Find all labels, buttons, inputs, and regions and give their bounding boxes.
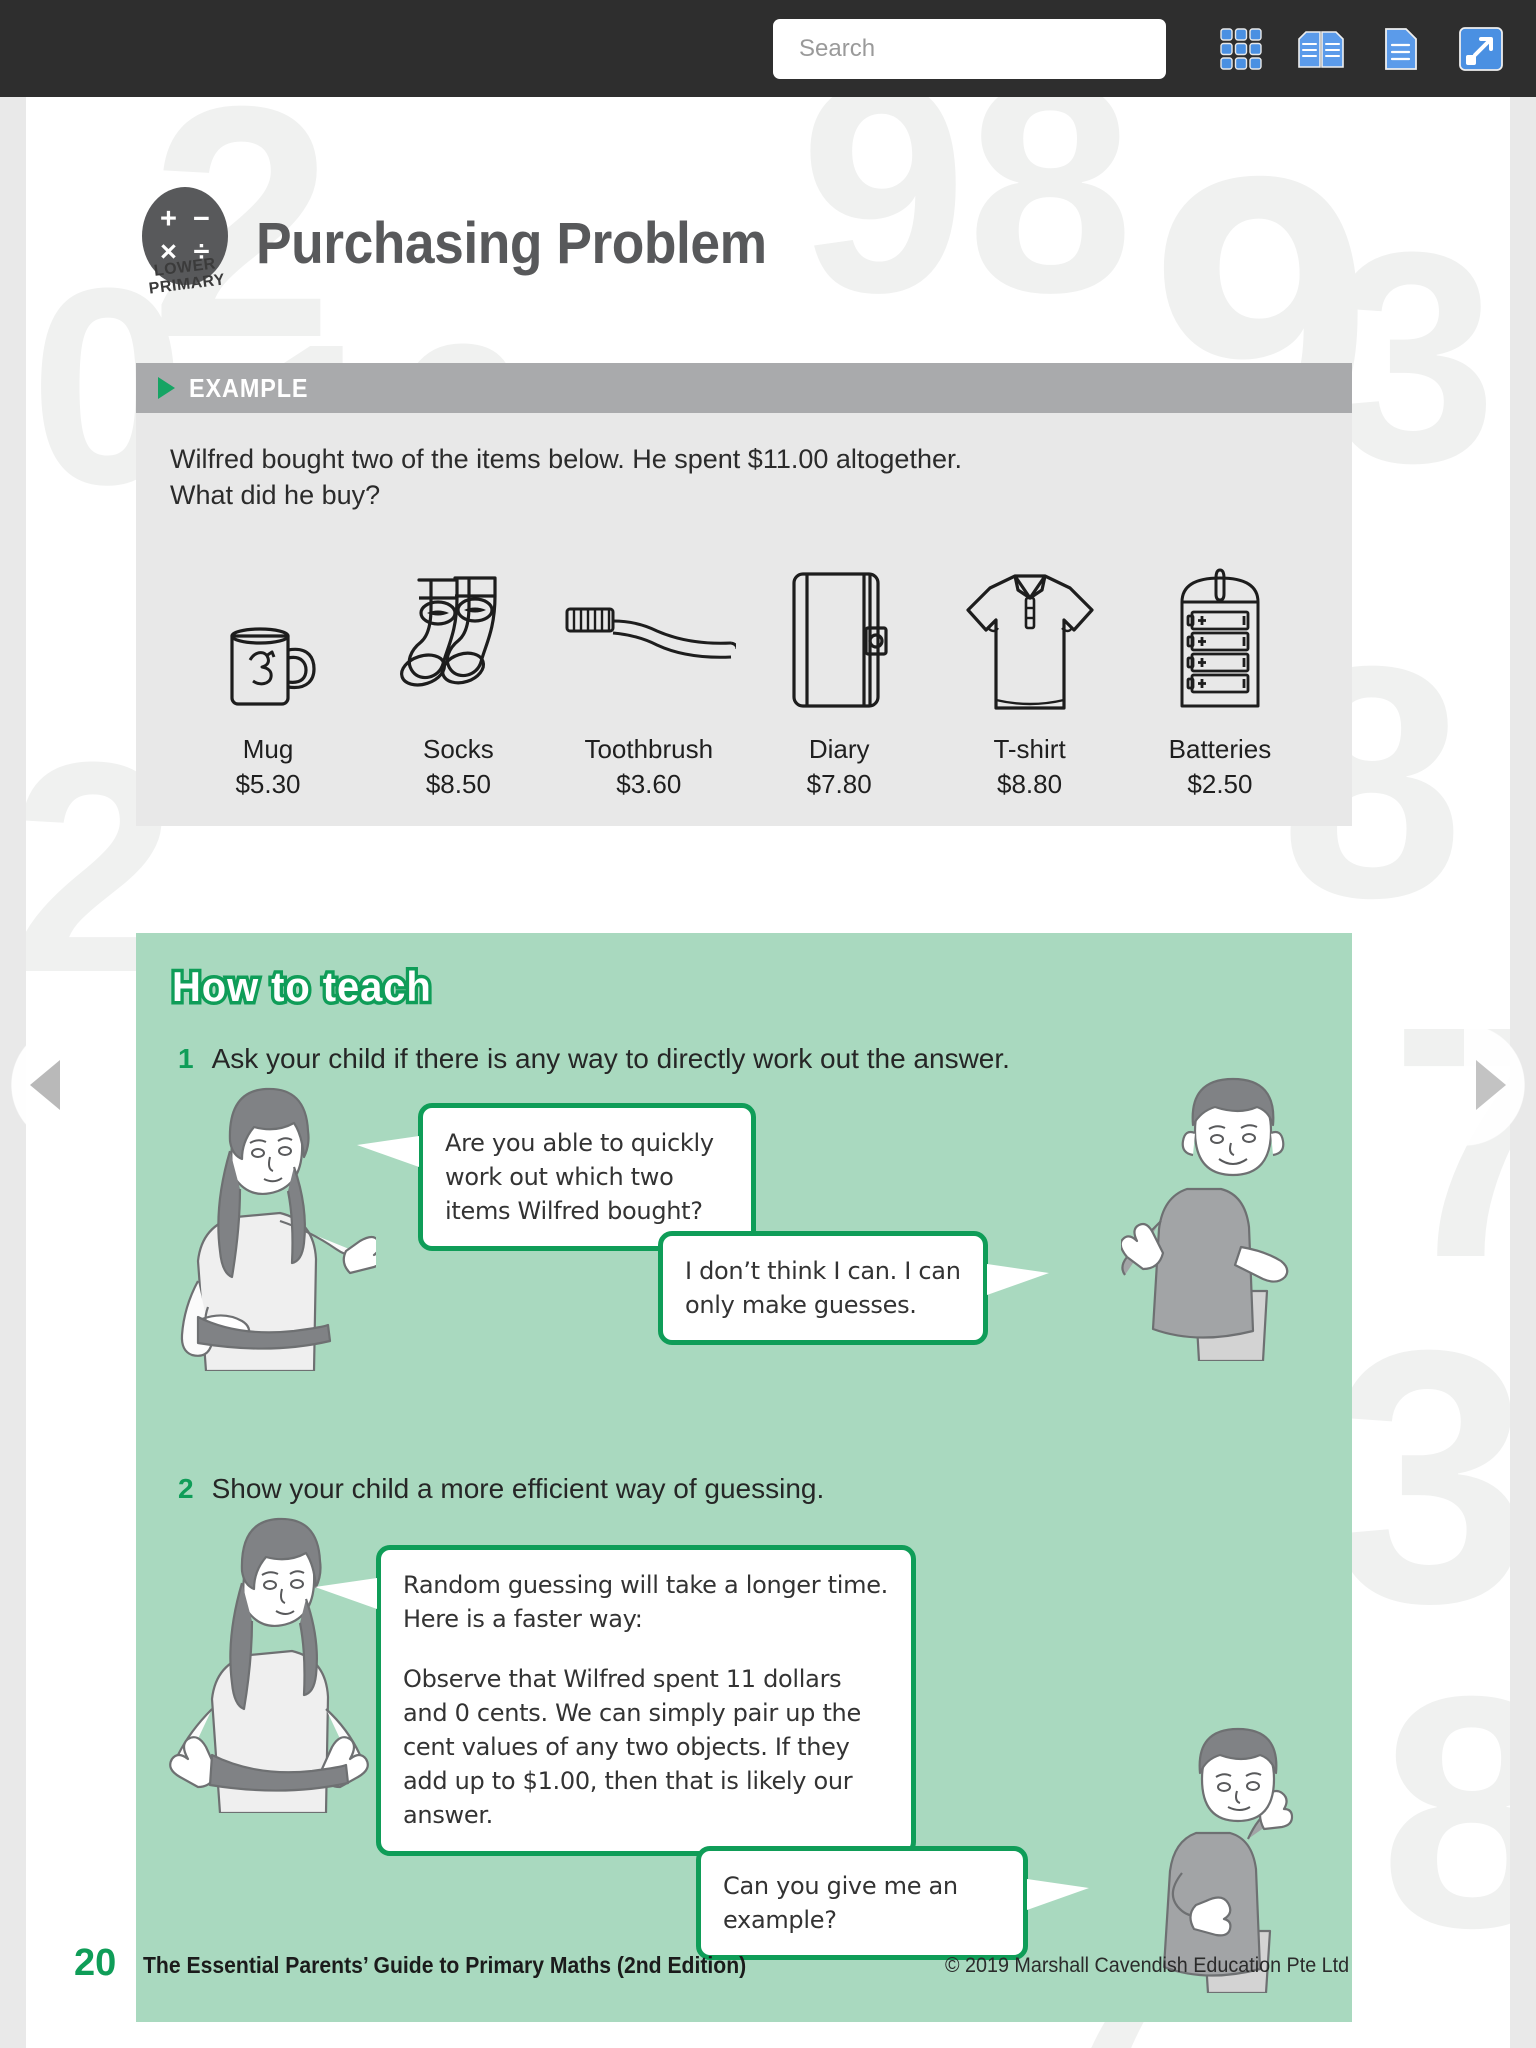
lower-primary-badge: + − × ÷ LOWER PRIMARY xyxy=(136,187,234,299)
item-card: Batteries $2.50 xyxy=(1130,538,1310,800)
book-title: The Essential Parents’ Guide to Primary … xyxy=(143,1952,747,1978)
app-toolbar xyxy=(0,0,1536,97)
example-question-line1: Wilfred bought two of the items below. H… xyxy=(170,444,962,474)
item-card: T-shirt $8.80 xyxy=(940,538,1120,800)
minus-symbol: − xyxy=(193,203,210,235)
item-name: Mug xyxy=(242,733,294,764)
copyright-notice: © 2019 Marshall Cavendish Education Pte … xyxy=(945,1954,1350,1977)
bubble-paragraph-1: Random guessing will take a longer time.… xyxy=(403,1571,889,1634)
example-label: EXAMPLE xyxy=(189,372,309,403)
item-card: Toothbrush $3.60 xyxy=(559,538,739,800)
page-header: + − × ÷ LOWER PRIMARY Purchasing Problem xyxy=(136,187,811,299)
grid-thumbnails-icon[interactable] xyxy=(1214,22,1268,76)
batteries-icon xyxy=(1130,538,1310,718)
bubble-tail xyxy=(357,1136,419,1167)
diary-icon xyxy=(749,538,929,718)
mother-illustration-2 xyxy=(154,1513,384,1815)
item-name: T-shirt xyxy=(993,733,1066,764)
step-text: Show your child a more efficient way of … xyxy=(211,1473,825,1504)
item-card: Mug $5.30 xyxy=(178,538,358,800)
play-triangle-icon xyxy=(158,377,175,399)
item-price: $8.50 xyxy=(425,768,491,799)
item-card: Diary $7.80 xyxy=(749,538,929,800)
example-question: Wilfred bought two of the items below. H… xyxy=(170,441,1318,514)
book-page: 2 98 9 3 0 16 8 2 7 3 8 7 + − × ÷ LOWER … xyxy=(0,97,1536,2048)
fullscreen-expand-icon[interactable] xyxy=(1454,22,1508,76)
step-number: 1 xyxy=(178,1043,194,1074)
mother-illustration-1 xyxy=(146,1081,384,1373)
item-name: Socks xyxy=(422,733,494,764)
bubble-text: Are you able to quickly work out which t… xyxy=(445,1129,714,1226)
chevron-right-icon xyxy=(1476,1060,1506,1110)
step-text: Ask your child if there is any way to di… xyxy=(211,1043,1010,1074)
bubble-tail xyxy=(1027,1879,1089,1910)
tshirt-icon xyxy=(940,538,1120,718)
item-name: Batteries xyxy=(1168,733,1272,764)
search-input[interactable] xyxy=(799,34,1140,63)
item-price: $2.50 xyxy=(1187,768,1253,799)
search-box[interactable] xyxy=(773,18,1166,79)
single-page-icon[interactable] xyxy=(1374,22,1428,76)
example-header: EXAMPLE xyxy=(136,363,1352,413)
speech-bubble-parent-2: Random guessing will take a longer time.… xyxy=(315,1545,916,1856)
chevron-left-icon xyxy=(30,1060,60,1110)
item-name: Diary xyxy=(808,733,870,764)
socks-icon xyxy=(368,538,548,718)
plus-symbol: + xyxy=(160,203,177,235)
two-page-spread-icon[interactable] xyxy=(1294,22,1348,76)
step-number: 2 xyxy=(178,1473,194,1504)
item-card: Socks $8.50 xyxy=(368,538,548,800)
page-number: 20 xyxy=(74,1942,117,1984)
page-footer: 20 The Essential Parents’ Guide to Prima… xyxy=(0,1942,1536,2012)
speech-bubble-parent-1: Are you able to quickly work out which t… xyxy=(357,1103,756,1252)
speech-bubble-child-1: I don’t think I can. I can only make gue… xyxy=(658,1231,1049,1346)
item-price: $7.80 xyxy=(806,768,872,799)
bubble-paragraph-2: Observe that Wilfred spent 11 dollars an… xyxy=(403,1665,861,1830)
next-page-button[interactable] xyxy=(1464,1020,1536,1150)
item-price-list: Mug $5.30 Socks $8.50 Toothbrush $3.60 D… xyxy=(170,538,1318,800)
item-price: $8.80 xyxy=(997,768,1063,799)
item-name: Toothbrush xyxy=(584,733,714,764)
toothbrush-icon xyxy=(559,538,739,718)
bubble-tail xyxy=(315,1578,377,1609)
teach-step: 1 Ask your child if there is any way to … xyxy=(178,1043,1010,1075)
how-to-teach-heading: How to teach xyxy=(169,960,434,1014)
mug-icon xyxy=(178,538,358,718)
example-section: EXAMPLE Wilfred bought two of the items … xyxy=(136,363,1352,826)
bubble-text: Can you give me an example? xyxy=(723,1872,958,1935)
bubble-text: I don’t think I can. I can only make gue… xyxy=(685,1257,961,1320)
teach-step: 2 Show your child a more efficient way o… xyxy=(178,1473,824,1505)
bubble-tail xyxy=(987,1264,1049,1295)
prev-page-button[interactable] xyxy=(0,1020,72,1150)
example-body: Wilfred bought two of the items below. H… xyxy=(136,413,1352,826)
page-title: Purchasing Problem xyxy=(256,210,767,276)
example-question-line2: What did he buy? xyxy=(170,480,381,511)
how-to-teach-panel: How to teach 1 Ask your child if there i… xyxy=(136,933,1352,2022)
item-price: $3.60 xyxy=(616,768,682,799)
item-price: $5.30 xyxy=(235,768,301,799)
boy-illustration-1 xyxy=(1119,1071,1341,1363)
